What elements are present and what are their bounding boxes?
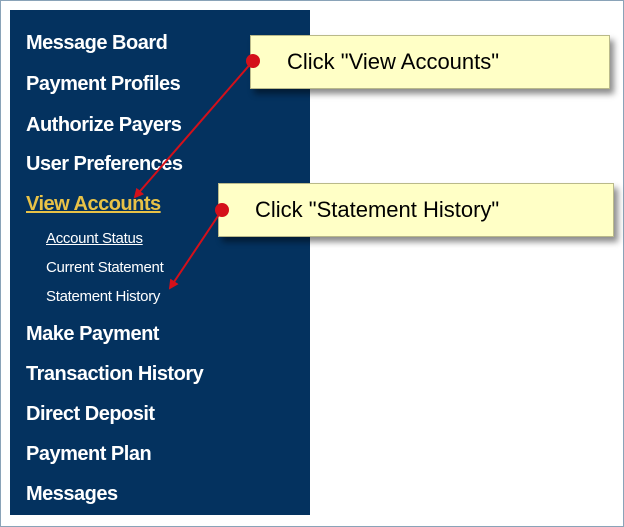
sidebar-item-message-board[interactable]: Message Board — [26, 32, 168, 55]
sidebar-subitem-current-statement[interactable]: Current Statement — [46, 259, 164, 276]
sidebar-item-payment-profiles[interactable]: Payment Profiles — [26, 73, 181, 96]
sidebar-item-user-preferences[interactable]: User Preferences — [26, 153, 183, 176]
callout-statement-history-text: Click "Statement History" — [255, 197, 500, 222]
sidebar-subitem-statement-history[interactable]: Statement History — [46, 288, 160, 305]
sidebar-item-make-payment[interactable]: Make Payment — [26, 323, 159, 346]
sidebar-item-messages[interactable]: Messages — [26, 483, 118, 506]
sidebar-item-view-accounts[interactable]: View Accounts — [26, 193, 161, 216]
sidebar-item-direct-deposit[interactable]: Direct Deposit — [26, 403, 155, 426]
callout-view-accounts: Click "View Accounts" — [250, 35, 610, 89]
sidebar-item-authorize-payers[interactable]: Authorize Payers — [26, 114, 182, 137]
sidebar-subitem-account-status[interactable]: Account Status — [46, 230, 143, 247]
callout-view-accounts-text: Click "View Accounts" — [287, 49, 500, 74]
sidebar-item-transaction-history[interactable]: Transaction History — [26, 363, 204, 386]
sidebar-item-payment-plan[interactable]: Payment Plan — [26, 443, 152, 466]
callout-statement-history: Click "Statement History" — [218, 183, 614, 237]
